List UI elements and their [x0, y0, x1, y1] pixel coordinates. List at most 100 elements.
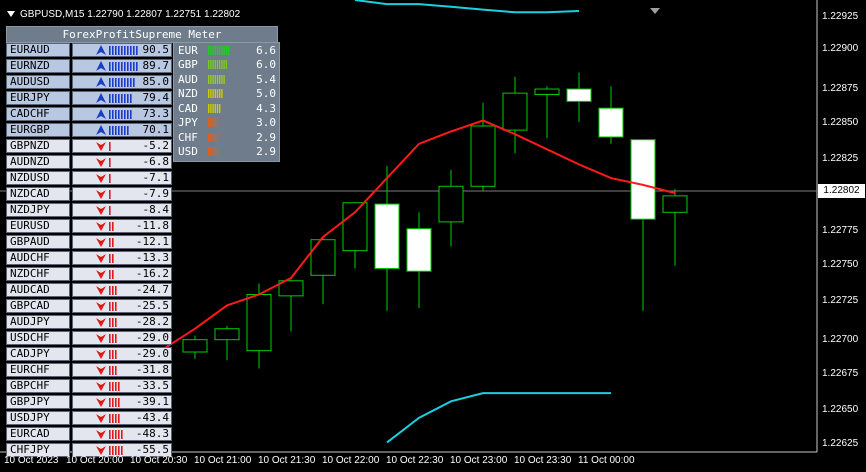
pair-value: -8.4	[142, 203, 170, 216]
pair-strength-box: 79.4	[72, 91, 172, 105]
pair-strength-box: -7.1	[72, 171, 172, 185]
pair-row: EURCAD -48.3	[6, 426, 172, 442]
pair-value: -33.5	[135, 379, 169, 392]
time-tick-label: 10 Oct 20:00	[66, 455, 124, 466]
time-tick-label: 10 Oct 21:00	[194, 455, 252, 466]
pair-row: AUDCAD -24.7	[6, 282, 172, 298]
price-tick-label: 1.22850	[822, 117, 859, 128]
candle-bear	[598, 107, 624, 138]
current-price-label: 1.22802	[818, 184, 865, 198]
pair-name: USDJPY	[6, 411, 71, 425]
pair-name: GBPCHF	[6, 379, 71, 393]
pair-row: AUDNZD -6.8	[6, 154, 172, 170]
pair-value: -7.9	[142, 187, 170, 200]
pair-row: AUDJPY -28.2	[6, 314, 172, 330]
arrow-down-icon	[96, 430, 107, 439]
pair-name: GBPJPY	[6, 395, 71, 409]
arrow-down-icon	[96, 270, 107, 279]
arrow-down-icon	[96, 318, 107, 327]
pair-strength-box: -29.0	[72, 347, 172, 361]
pair-value: 85.0	[142, 75, 170, 88]
meter-title: ForexProfitSupreme Meter	[6, 26, 278, 43]
candle-bull	[310, 239, 336, 276]
pair-strength-box: -24.7	[72, 283, 172, 297]
candle-bear	[630, 139, 656, 220]
candle-bull	[214, 328, 240, 341]
time-tick-label: 10 Oct 20:30	[130, 455, 188, 466]
strength-bars	[109, 62, 138, 71]
currency-row: AUD 5.4	[174, 72, 279, 87]
pair-value: -39.1	[135, 395, 169, 408]
currency-name: EUR	[178, 43, 198, 57]
pair-strength-box: -13.3	[72, 251, 172, 265]
arrow-down-icon	[96, 366, 107, 375]
arrow-down-icon	[96, 206, 107, 215]
currency-strength-bars	[208, 45, 230, 55]
currency-strength-bars	[208, 103, 221, 113]
pair-row: CADCHF 73.3	[6, 106, 172, 122]
currency-value: 5.0	[256, 87, 276, 101]
currency-value: 3.0	[256, 116, 276, 130]
arrow-down-icon	[96, 190, 107, 199]
pair-strength-box: -5.2	[72, 139, 172, 153]
pair-value: -25.5	[135, 299, 169, 312]
currency-strength-bars	[208, 60, 227, 70]
strength-bars	[109, 286, 117, 295]
currency-value: 5.4	[256, 72, 276, 86]
arrow-up-icon	[96, 77, 107, 87]
currency-name: CHF	[178, 130, 198, 144]
pair-strength-box: -11.8	[72, 219, 172, 233]
strength-meter-panel: ForexProfitSupreme Meter EURAUD 90.5 EUR NZ…	[6, 26, 280, 457]
pair-name: CADJPY	[6, 347, 71, 361]
pair-row: GBPCAD -25.5	[6, 298, 172, 314]
strength-bars	[109, 142, 111, 151]
candle-bull	[502, 92, 528, 131]
candle-bull	[438, 185, 464, 223]
pair-row: USDJPY -43.4	[6, 410, 172, 426]
pair-name: NZDJPY	[6, 203, 71, 217]
pair-value: -31.8	[135, 363, 169, 376]
pair-value: -11.8	[135, 219, 169, 232]
currency-value: 2.9	[256, 145, 276, 159]
arrow-up-icon	[96, 45, 107, 55]
pair-strength-box: -6.8	[72, 155, 172, 169]
price-tick-label: 1.22900	[822, 43, 859, 54]
currency-name: AUD	[178, 72, 198, 86]
pair-value: 70.1	[142, 123, 170, 136]
pair-strength-box: -48.3	[72, 427, 172, 441]
strength-bars	[109, 446, 123, 455]
price-tick-label: 1.22650	[822, 404, 859, 415]
currency-row: NZD 5.0	[174, 87, 279, 102]
pair-row: EURGBP 70.1	[6, 122, 172, 138]
pair-value: -12.1	[135, 235, 169, 248]
pair-name: GBPAUD	[6, 235, 71, 249]
strength-bars	[109, 222, 114, 231]
pair-strength-box: 90.5	[72, 43, 172, 57]
currency-row: EUR 6.6	[174, 43, 279, 58]
price-tick-label: 1.22750	[822, 259, 859, 270]
pair-row: EURAUD 90.5	[6, 42, 172, 58]
pair-row: GBPNZD -5.2	[6, 138, 172, 154]
time-tick-label: 10 Oct 22:30	[386, 455, 444, 466]
arrow-down-icon	[96, 222, 107, 231]
strength-bars	[109, 190, 111, 199]
chart-menu-triangle-icon[interactable]	[7, 11, 15, 17]
pair-row: GBPAUD -12.1	[6, 234, 172, 250]
arrow-down-icon	[96, 302, 107, 311]
currency-name: CAD	[178, 101, 198, 115]
price-tick-label: 1.22875	[822, 83, 859, 94]
pair-value: 73.3	[142, 107, 170, 120]
pair-name: EURGBP	[6, 123, 71, 137]
pair-strength-box: 73.3	[72, 107, 172, 121]
time-tick-label: 10 Oct 21:30	[258, 455, 316, 466]
price-tick-label: 1.22700	[822, 334, 859, 345]
candle-bull	[342, 202, 368, 252]
strength-bars	[109, 78, 135, 87]
candle-bull	[246, 293, 272, 352]
currency-row: CHF 2.9	[174, 130, 279, 145]
candle-bear	[374, 203, 400, 269]
strength-bars	[109, 238, 114, 247]
pair-strength-box: -8.4	[72, 203, 172, 217]
chart-header[interactable]: GBPUSD,M15 1.22790 1.22807 1.22751 1.228…	[5, 7, 240, 21]
pair-value: -48.3	[135, 427, 169, 440]
